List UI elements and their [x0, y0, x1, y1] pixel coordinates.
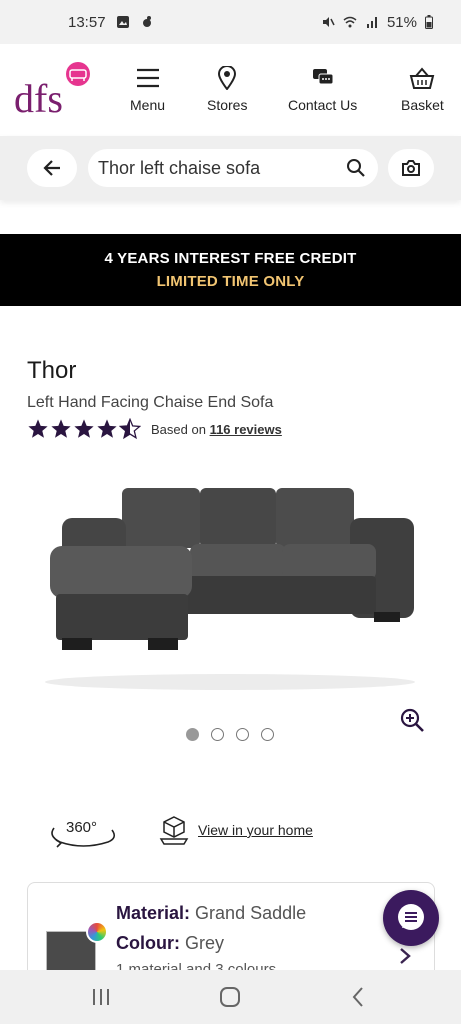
chat-icon	[398, 904, 424, 930]
stores-label: Stores	[207, 97, 248, 113]
promo-subline: LIMITED TIME ONLY	[156, 273, 305, 290]
gallery-dot[interactable]	[261, 728, 274, 741]
home-icon[interactable]	[217, 984, 243, 1010]
search-bar: Thor left chaise sofa	[0, 136, 461, 200]
location-pin-icon	[218, 66, 237, 90]
back-arrow-icon	[43, 160, 60, 176]
star-rating	[27, 418, 141, 440]
visual-search-button[interactable]	[388, 149, 434, 187]
basket-button[interactable]: Basket	[401, 66, 444, 113]
gallery-dot[interactable]	[186, 728, 199, 741]
battery-percent: 51%	[386, 13, 417, 31]
rating-row: Based on 116 reviews	[27, 418, 282, 440]
menu-label: Menu	[130, 97, 166, 113]
contact-us-label: Contact Us	[288, 97, 358, 113]
colour-label: Colour:	[116, 933, 180, 953]
view-360-label: 360°	[66, 819, 97, 836]
search-input[interactable]: Thor left chaise sofa	[88, 149, 378, 187]
mute-icon	[322, 17, 335, 27]
colour-value: Grey	[185, 933, 225, 953]
recent-apps-icon[interactable]	[88, 984, 114, 1010]
notification-icon	[142, 16, 151, 27]
logo-text: dfs	[14, 76, 63, 118]
star-full-icon	[97, 419, 117, 438]
view-in-your-home-link[interactable]: View in your home	[158, 814, 313, 846]
back-nav-icon[interactable]	[346, 984, 372, 1010]
status-bar: 13:57 51%	[0, 0, 461, 44]
stores-button[interactable]: Stores	[207, 66, 247, 113]
promo-headline: 4 YEARS INTEREST FREE CREDIT	[104, 250, 357, 267]
chevron-right-icon	[400, 948, 411, 964]
camera-icon	[402, 160, 420, 176]
product-subtitle: Left Hand Facing Chaise End Sofa	[27, 394, 274, 411]
back-button[interactable]	[27, 149, 77, 187]
rating-prefix: Based on	[151, 421, 206, 437]
signal-icon	[366, 17, 377, 28]
material-row: Material: Grand Saddle	[116, 903, 306, 924]
ar-cube-icon	[159, 816, 189, 845]
basket-icon	[410, 67, 435, 89]
product-title: Thor	[27, 357, 77, 384]
live-chat-button[interactable]	[383, 890, 439, 946]
site-header: dfs Menu Stores Contact Us Basket	[0, 44, 461, 136]
wifi-icon	[343, 16, 357, 28]
gallery-icon	[116, 16, 129, 28]
star-full-icon	[28, 419, 48, 438]
colour-row: Colour: Grey	[116, 933, 224, 954]
menu-button[interactable]: Menu	[130, 66, 165, 113]
menu-icon	[136, 68, 159, 88]
search-icon[interactable]	[346, 158, 366, 178]
star-half-icon	[119, 418, 141, 440]
star-full-icon	[51, 419, 71, 438]
rating-summary: Based on 116 reviews	[151, 422, 282, 437]
zoom-in-icon[interactable]	[398, 706, 426, 734]
ar-link-text: View in your home	[198, 822, 313, 838]
search-query: Thor left chaise sofa	[98, 157, 261, 178]
material-colour-selector[interactable]: Material: Grand Saddle Colour: Grey 1 ma…	[27, 882, 435, 982]
gallery-pagination	[186, 728, 274, 741]
star-full-icon	[74, 419, 94, 438]
promo-banner[interactable]: 4 YEARS INTEREST FREE CREDIT LIMITED TIM…	[0, 234, 461, 306]
product-image[interactable]	[30, 470, 430, 700]
material-label: Material:	[116, 903, 191, 923]
reviews-link[interactable]: 116 reviews	[210, 422, 282, 437]
view-360-button[interactable]: 360°	[46, 814, 120, 852]
basket-label: Basket	[401, 97, 444, 113]
gallery-dot[interactable]	[211, 728, 224, 741]
chat-bubbles-icon	[312, 69, 334, 85]
system-navigation-bar	[0, 970, 461, 1024]
dfs-logo[interactable]: dfs	[14, 62, 94, 118]
battery-icon	[425, 15, 433, 29]
contact-us-button[interactable]: Contact Us	[288, 66, 357, 113]
material-value: Grand Saddle	[195, 903, 307, 923]
gallery-dot[interactable]	[236, 728, 249, 741]
colour-wheel-icon	[86, 921, 108, 943]
status-time: 13:57	[68, 13, 106, 31]
